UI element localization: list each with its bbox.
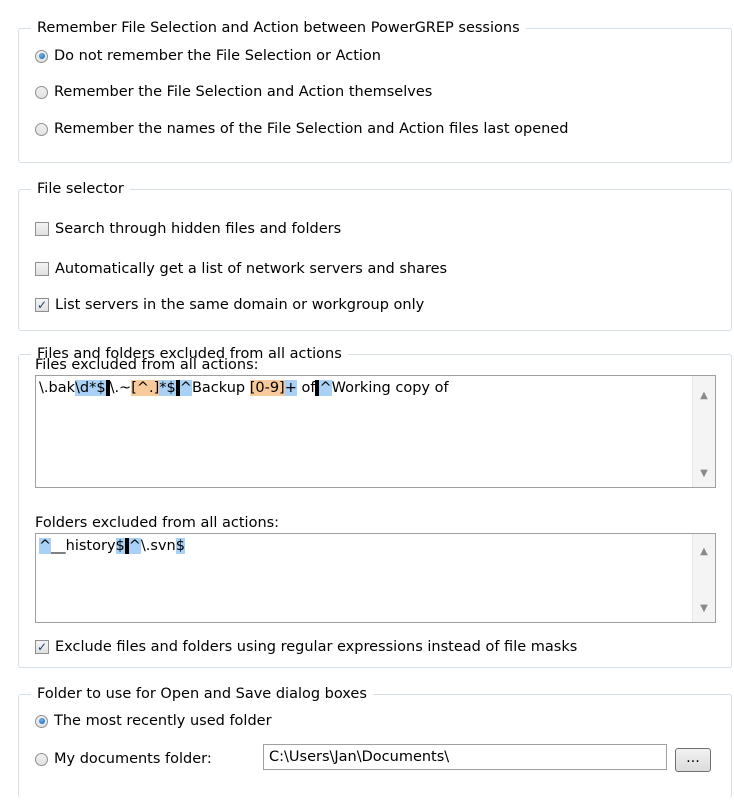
remember-group: Remember File Selection and Action betwe… <box>18 17 732 163</box>
regex-token: \.~ <box>109 380 132 396</box>
regex-token: ^ <box>319 380 332 396</box>
folders-excluded-textarea[interactable]: ^__history$ ^\.svn$ ▲ ▼ <box>35 533 716 623</box>
folder-group-title: Folder to use for Open and Save dialog b… <box>31 683 373 705</box>
regex-token: \.bak <box>39 380 75 396</box>
scroll-up-icon[interactable]: ▲ <box>693 546 715 557</box>
excluded-group: Files and folders excluded from all acti… <box>18 343 732 668</box>
scroll-down-icon[interactable]: ▼ <box>693 603 715 614</box>
files-excluded-label: Files excluded from all actions: <box>35 357 259 373</box>
radio-selected-icon[interactable] <box>35 714 48 728</box>
radio-unselected-icon[interactable] <box>35 752 48 766</box>
radio-my-documents[interactable]: My documents folder: <box>35 748 212 770</box>
regex-token: ^ <box>179 380 192 396</box>
radio-label: The most recently used folder <box>54 713 272 729</box>
file-selector-group: File selector Search through hidden file… <box>18 178 732 331</box>
regex-token: *$ <box>159 380 176 396</box>
checkbox-unchecked-icon[interactable] <box>35 262 49 276</box>
file-selector-group-title: File selector <box>31 178 130 200</box>
browse-button[interactable]: ... <box>675 748 711 772</box>
radio-remember-themselves[interactable]: Remember the File Selection and Action t… <box>35 81 432 103</box>
regex-token: __history <box>51 538 116 554</box>
regex-token: ^ <box>39 538 52 554</box>
files-excluded-textarea[interactable]: \.bak\d*$ \.~[^.]*$ ^Backup [0-9]+ of ^Work… <box>35 375 716 488</box>
regex-token: Backup <box>191 380 250 396</box>
scroll-up-icon[interactable]: ▲ <box>693 390 715 401</box>
radio-label: My documents folder: <box>54 751 212 767</box>
remember-group-title: Remember File Selection and Action betwe… <box>31 17 526 39</box>
radio-unselected-icon[interactable] <box>35 85 48 99</box>
checkbox-label: List servers in the same domain or workg… <box>55 297 425 313</box>
regex-token: + <box>284 380 297 396</box>
checkbox-network-servers[interactable]: Automatically get a list of network serv… <box>35 258 447 280</box>
checkbox-search-hidden[interactable]: Search through hidden files and folders <box>35 218 341 240</box>
regex-token: of <box>296 380 316 396</box>
folders-excluded-regex: ^__history$ ^\.svn$ <box>39 537 691 555</box>
checkbox-label: Automatically get a list of network serv… <box>55 261 448 277</box>
my-documents-path-input[interactable]: C:\Users\Jan\Documents\ <box>263 744 667 770</box>
regex-token: $ <box>175 538 185 554</box>
regex-token: \d*$ <box>74 380 106 396</box>
regex-token: Working copy of <box>331 380 449 396</box>
checkbox-label: Exclude files and folders using regular … <box>55 639 578 655</box>
radio-unselected-icon[interactable] <box>35 122 48 136</box>
checkbox-same-domain[interactable]: ✓ List servers in the same domain or wor… <box>35 294 424 316</box>
checkbox-checked-icon[interactable]: ✓ <box>35 640 49 654</box>
radio-do-not-remember[interactable]: Do not remember the File Selection or Ac… <box>35 45 381 67</box>
scroll-down-icon[interactable]: ▼ <box>693 468 715 479</box>
radio-recent-folder[interactable]: The most recently used folder <box>35 710 272 732</box>
folders-excluded-scrollbar[interactable]: ▲ ▼ <box>692 534 715 622</box>
checkbox-unchecked-icon[interactable] <box>35 222 49 236</box>
files-excluded-regex: \.bak\d*$ \.~[^.]*$ ^Backup [0-9]+ of ^Work… <box>39 379 691 397</box>
regex-token: [0-9] <box>249 380 285 396</box>
regex-token: ^ <box>128 538 141 554</box>
radio-remember-file-names[interactable]: Remember the names of the File Selection… <box>35 118 568 140</box>
radio-label: Remember the File Selection and Action t… <box>54 84 433 100</box>
folders-excluded-label: Folders excluded from all actions: <box>35 515 280 531</box>
regex-token: $ <box>115 538 125 554</box>
checkbox-use-regex[interactable]: ✓ Exclude files and folders using regula… <box>35 636 577 658</box>
radio-selected-icon[interactable] <box>35 49 48 63</box>
regex-token: \.svn <box>140 538 176 554</box>
folder-group: Folder to use for Open and Save dialog b… <box>18 683 732 798</box>
radio-label: Remember the names of the File Selection… <box>54 121 569 137</box>
regex-token: [^.] <box>131 380 160 396</box>
checkbox-label: Search through hidden files and folders <box>55 221 342 237</box>
radio-label: Do not remember the File Selection or Ac… <box>54 48 381 64</box>
files-excluded-scrollbar[interactable]: ▲ ▼ <box>692 376 715 487</box>
checkbox-checked-icon[interactable]: ✓ <box>35 298 49 312</box>
